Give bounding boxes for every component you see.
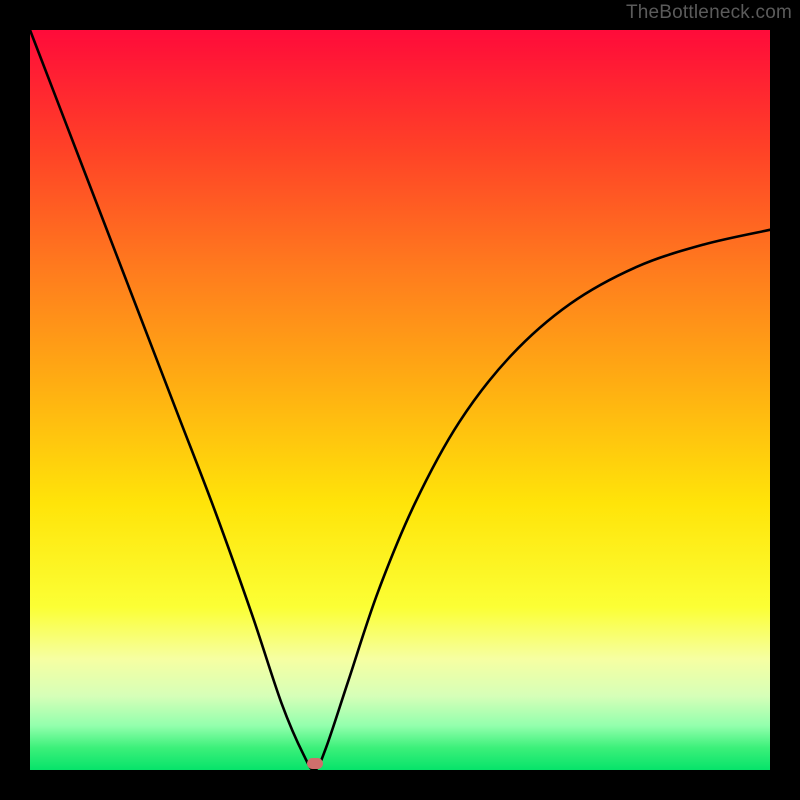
bottleneck-curve <box>30 30 770 770</box>
watermark-text: TheBottleneck.com <box>626 2 792 24</box>
curve-svg <box>30 30 770 770</box>
chart-container: TheBottleneck.com <box>0 0 800 800</box>
plot-area <box>30 30 770 770</box>
optimal-point-marker <box>307 758 323 769</box>
